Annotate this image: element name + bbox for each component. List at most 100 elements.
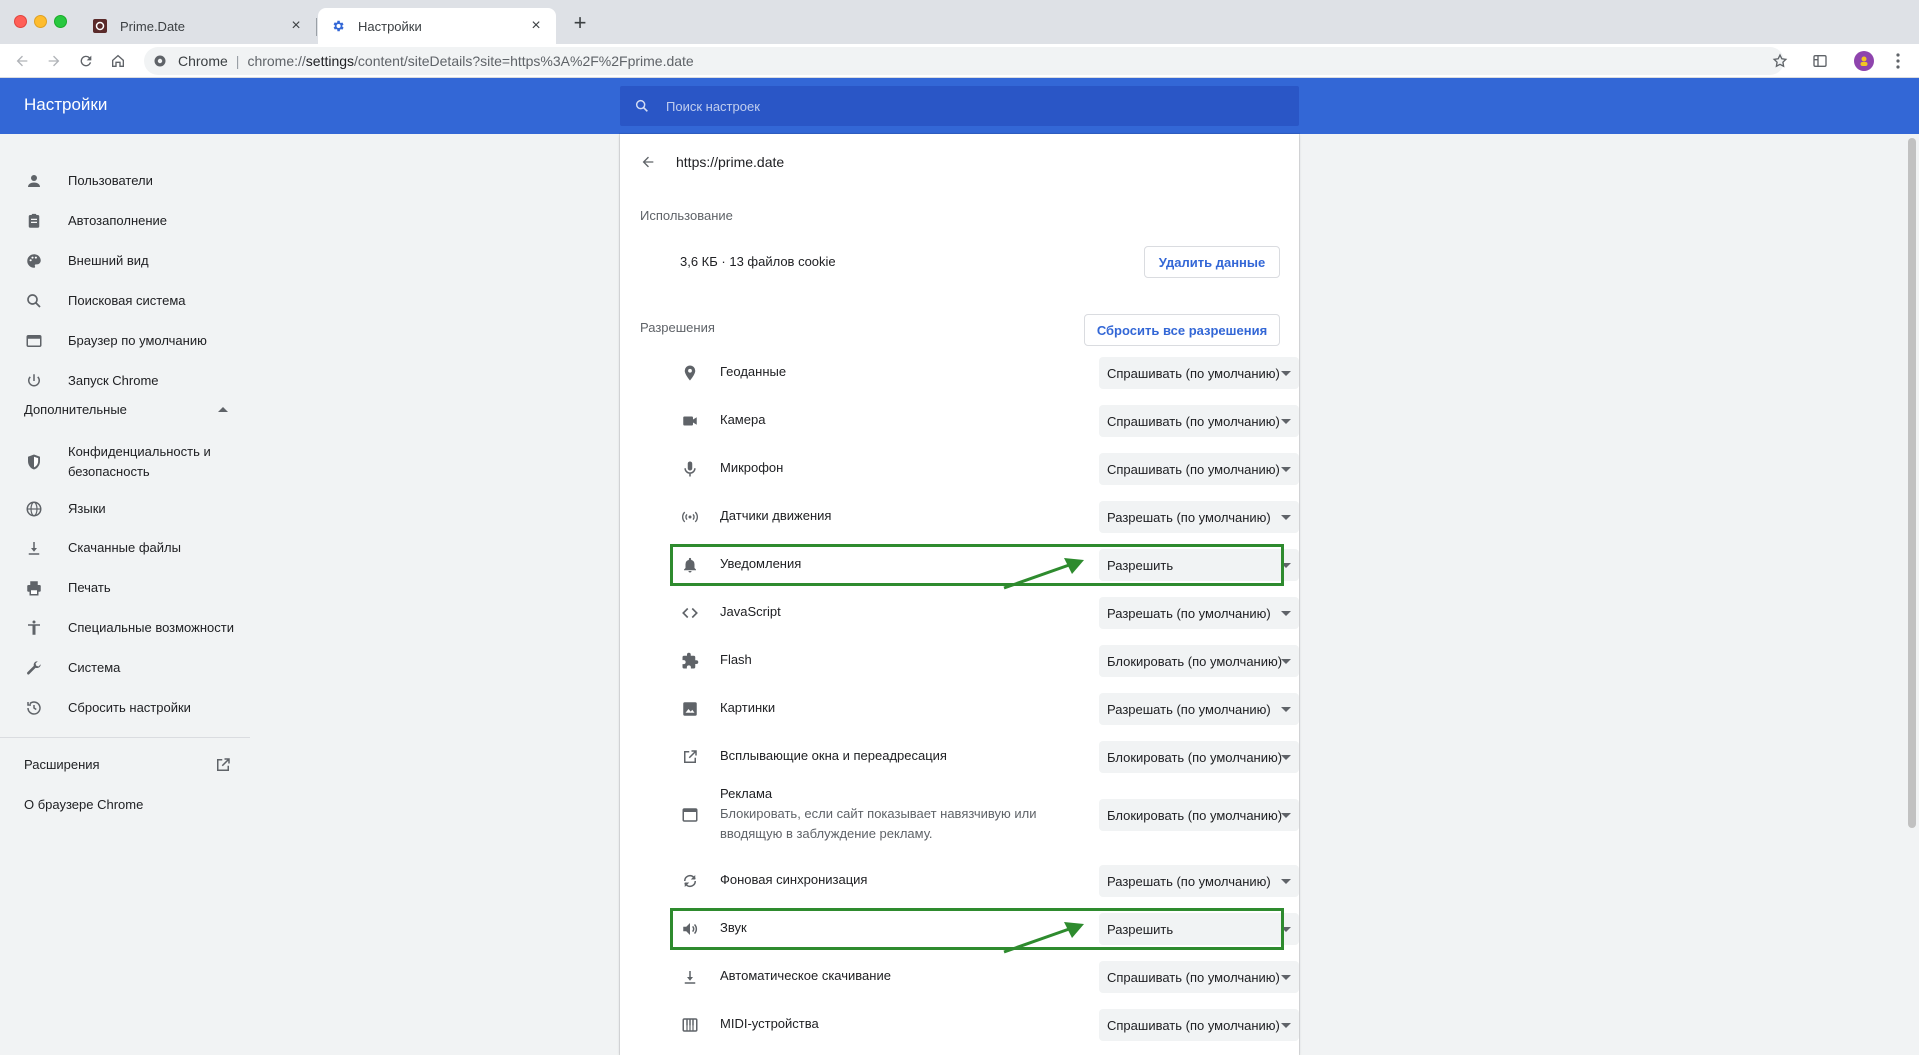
arrow-left-icon xyxy=(16,55,28,67)
sidebar-item-privacy[interactable]: Конфиденциальность и безопасность xyxy=(0,440,250,484)
close-tab-icon[interactable]: × xyxy=(528,18,544,34)
permission-select[interactable]: Блокировать (по умолчанию) xyxy=(1099,645,1299,677)
back-arrow-icon[interactable] xyxy=(638,152,658,172)
home-button[interactable] xyxy=(106,49,130,73)
bookmark-star-button[interactable] xyxy=(1768,49,1792,73)
sidebar-item-reset[interactable]: Сбросить настройки xyxy=(0,688,250,728)
forward-button[interactable] xyxy=(42,49,66,73)
address-bar[interactable]: Chrome | chrome://settings/content/siteD… xyxy=(144,47,1784,75)
reset-permissions-button[interactable]: Сбросить все разрешения xyxy=(1084,314,1280,346)
sidebar-item-extensions[interactable]: Расширения xyxy=(0,745,250,785)
delete-data-button[interactable]: Удалить данные xyxy=(1144,246,1280,278)
permission-select[interactable]: Спрашивать (по умолчанию) xyxy=(1099,405,1299,437)
dropdown-caret-icon xyxy=(1281,975,1291,980)
sidebar-item-label: Специальные возможности xyxy=(68,620,234,635)
permission-select[interactable]: Разрешать (по умолчанию) xyxy=(1099,865,1299,897)
permission-select[interactable]: Спрашивать (по умолчанию) xyxy=(1099,961,1299,993)
sidebar-item-downloads[interactable]: Скачанные файлы xyxy=(0,528,250,568)
select-value: Разрешать (по умолчанию) xyxy=(1107,701,1271,717)
permission-row-flash: Flash Блокировать (по умолчанию) xyxy=(640,637,1299,685)
permission-label: Картинки xyxy=(720,700,776,715)
avatar-icon xyxy=(1860,56,1868,66)
chrome-icon xyxy=(154,54,168,68)
star-icon xyxy=(1772,53,1788,68)
reload-button[interactable] xyxy=(74,49,98,73)
permission-row-background-sync: Фоновая синхронизация Разрешать (по умол… xyxy=(640,857,1299,905)
sidebar-item-languages[interactable]: Языки xyxy=(0,489,250,529)
permission-select[interactable]: Спрашивать (по умолчанию) xyxy=(1099,357,1299,389)
select-value: Спрашивать (по умолчанию) xyxy=(1107,461,1280,477)
site-title: https://prime.date xyxy=(676,154,785,170)
search-icon xyxy=(24,291,44,311)
person-icon xyxy=(24,171,44,191)
maximize-window-button[interactable] xyxy=(54,15,67,28)
download-icon xyxy=(24,538,44,558)
permission-select[interactable]: Спрашивать (по умолчанию) xyxy=(1099,1009,1299,1041)
usage-value: 3,6 КБ · 13 файлов cookie xyxy=(680,254,836,269)
minimize-window-button[interactable] xyxy=(34,15,47,28)
permission-row-location: Геоданные Спрашивать (по умолчанию) xyxy=(640,349,1299,397)
shield-icon xyxy=(24,452,44,472)
permission-row-microphone: Микрофон Спрашивать (по умолчанию) xyxy=(640,445,1299,493)
sound-highlight-box xyxy=(670,908,1284,950)
sidebar-item-search-engine[interactable]: Поисковая система xyxy=(0,281,250,321)
profile-avatar[interactable] xyxy=(1854,51,1874,71)
permission-select[interactable]: Блокировать (по умолчанию) xyxy=(1099,741,1299,773)
new-tab-button[interactable]: + xyxy=(568,12,592,36)
tab-prime-date[interactable]: Prime.Date × xyxy=(80,8,316,44)
chevron-up-icon[interactable] xyxy=(218,406,228,412)
sidebar-item-autofill[interactable]: Автозаполнение xyxy=(0,201,250,241)
sidebar-item-printing[interactable]: Печать xyxy=(0,568,250,608)
url-host: settings xyxy=(305,53,355,69)
sidebar-item-system[interactable]: Система xyxy=(0,648,250,688)
palette-icon xyxy=(24,251,44,271)
permission-select[interactable]: Разрешать (по умолчанию) xyxy=(1099,597,1299,629)
close-window-button[interactable] xyxy=(14,15,27,28)
select-value: Блокировать (по умолчанию) xyxy=(1107,749,1283,765)
back-button[interactable] xyxy=(10,49,34,73)
dropdown-caret-icon xyxy=(1281,371,1291,376)
sync-icon xyxy=(680,871,700,891)
wrench-icon xyxy=(24,658,44,678)
sidebar-item-on-startup[interactable]: Запуск Chrome xyxy=(0,361,250,401)
dropdown-caret-icon xyxy=(1281,813,1291,818)
sidebar-item-default-browser[interactable]: Браузер по умолчанию xyxy=(0,321,250,361)
omnibox-separator: | xyxy=(235,53,240,69)
annotation-arrow-icon xyxy=(1003,558,1084,590)
settings-search-input[interactable]: Поиск настроек xyxy=(620,86,1299,126)
sidebar-item-accessibility[interactable]: Специальные возможности xyxy=(0,608,250,648)
permission-label: Реклама xyxy=(720,786,773,801)
close-tab-icon[interactable]: × xyxy=(288,18,304,34)
sidebar-item-label: Система xyxy=(68,660,121,675)
permission-select[interactable]: Разрешать (по умолчанию) xyxy=(1099,693,1299,725)
dropdown-caret-icon xyxy=(1281,879,1291,884)
code-icon xyxy=(680,603,700,623)
permission-select[interactable]: Разрешать (по умолчанию) xyxy=(1099,501,1299,533)
select-value: Спрашивать (по умолчанию) xyxy=(1107,969,1280,985)
permission-select[interactable]: Спрашивать (по умолчанию) xyxy=(1099,453,1299,485)
location-icon xyxy=(680,363,700,383)
page-scrollbar[interactable] xyxy=(1905,134,1919,1055)
sidebar-item-label: Конфиденциальность и безопасность xyxy=(68,444,211,479)
permission-label: Фоновая синхронизация xyxy=(720,872,868,887)
sidebar-item-users[interactable]: Пользователи xyxy=(0,161,250,201)
tab-settings[interactable]: Настройки × xyxy=(318,8,556,44)
tab-title: Prime.Date xyxy=(120,18,186,34)
annotation-arrow-icon xyxy=(1003,922,1084,954)
permission-label: Всплывающие окна и переадресация xyxy=(720,748,947,763)
sidebar-item-about[interactable]: О браузере Chrome xyxy=(0,785,250,825)
permission-row-midi: MIDI-устройства Спрашивать (по умолчанию… xyxy=(640,1001,1299,1049)
chrome-menu-button[interactable] xyxy=(1886,49,1910,73)
sidebar-item-label: Расширения xyxy=(24,757,100,772)
permission-label: Датчики движения xyxy=(720,508,832,523)
sidebar-item-appearance[interactable]: Внешний вид xyxy=(0,241,250,281)
permission-label: Камера xyxy=(720,412,766,427)
sidebar-item-label: Поисковая система xyxy=(68,293,186,308)
dropdown-caret-icon xyxy=(1281,515,1291,520)
permission-select[interactable]: Блокировать (по умолчанию) xyxy=(1099,799,1299,831)
extension-button[interactable] xyxy=(1808,49,1832,73)
scrollbar-thumb[interactable] xyxy=(1908,138,1916,828)
permission-sublabel: Блокировать, если сайт показывает навязч… xyxy=(720,806,1037,841)
sidebar-advanced-toggle[interactable]: Дополнительные xyxy=(24,402,127,417)
permission-row-ads: Реклама Блокировать, если сайт показывае… xyxy=(640,781,1299,849)
